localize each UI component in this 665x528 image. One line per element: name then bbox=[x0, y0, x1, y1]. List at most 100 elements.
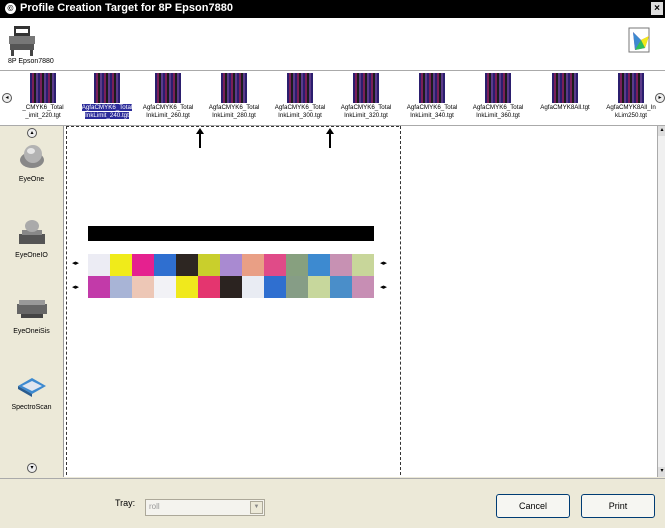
printer-button[interactable] bbox=[6, 24, 56, 60]
target-thumbnail-image bbox=[94, 73, 120, 103]
footer-bar: Tray: roll ▼ Cancel Print bbox=[0, 478, 665, 528]
color-patch bbox=[352, 276, 374, 298]
target-thumbnail[interactable]: AgfaCMYK6_Total InkLimit_280.tgt bbox=[199, 71, 269, 125]
target-thumbnail-strip: ◂ ▸ _CMYK6_Total _imit_220.tgt AgfaCMYK6_T… bbox=[0, 71, 665, 126]
close-icon[interactable]: × bbox=[651, 2, 663, 15]
target-thumbnail-label: AgfaCMYK8All.tgt bbox=[530, 104, 600, 112]
color-patch bbox=[176, 254, 198, 276]
color-patch bbox=[264, 254, 286, 276]
device-label: SpectroScan bbox=[11, 404, 52, 411]
device-eyeone[interactable]: EyeOne bbox=[0, 140, 63, 183]
eyeoneisis-icon bbox=[16, 300, 47, 318]
device-eyeoneisis[interactable]: EyeOneiSis bbox=[0, 294, 63, 335]
target-thumbnail-label-line2: InkLimit_360.tgt bbox=[476, 112, 520, 119]
page-boundary bbox=[66, 126, 401, 475]
printer-label: 8P Epson7880 bbox=[8, 58, 54, 65]
target-thumbnail-label: AgfaCMYK6_Total InkLimit_240.tgt bbox=[72, 104, 142, 120]
color-patch bbox=[352, 254, 374, 276]
target-thumbnail[interactable]: AgfaCMYK6_Total InkLimit_300.tgt bbox=[265, 71, 335, 125]
vertical-scrollbar[interactable]: ▴ ▾ bbox=[657, 126, 665, 477]
color-patch bbox=[88, 254, 110, 276]
window-title: Profile Creation Target for 8P Epson7880 bbox=[20, 2, 233, 14]
title-bar: © Profile Creation Target for 8P Epson78… bbox=[0, 0, 665, 18]
target-thumbnail-image bbox=[618, 73, 644, 103]
device-scroll-down-icon[interactable]: ▾ bbox=[27, 463, 37, 473]
color-patch bbox=[308, 254, 330, 276]
color-patch bbox=[286, 254, 308, 276]
end-arrow-icon bbox=[326, 128, 334, 148]
target-thumbnail[interactable]: AgfaCMYK6_Total InkLimit_340.tgt bbox=[397, 71, 467, 125]
color-patch bbox=[308, 276, 330, 298]
printer-bar: 8P Epson7880 bbox=[0, 18, 665, 71]
target-thumbnail[interactable]: AgfaCMYK6_Total InkLimit_360.tgt bbox=[463, 71, 533, 125]
device-spectroscan[interactable]: SpectroScan bbox=[0, 370, 63, 411]
app-icon: © bbox=[5, 3, 16, 14]
color-patch bbox=[330, 276, 352, 298]
target-thumbnail-label-line1: AgfaCMYK6_Total bbox=[472, 104, 524, 111]
color-patch bbox=[110, 276, 132, 298]
target-thumbnail-label: AgfaCMYK6_Total InkLimit_320.tgt bbox=[331, 104, 401, 120]
color-patch bbox=[154, 254, 176, 276]
target-thumbnail-label: AgfaCMYK6_Total InkLimit_300.tgt bbox=[265, 104, 335, 120]
chevron-down-icon[interactable]: ▼ bbox=[250, 501, 263, 514]
color-patch bbox=[110, 254, 132, 276]
target-thumbnail-label-line2: InkLimit_320.tgt bbox=[344, 112, 388, 119]
profile-icon[interactable] bbox=[627, 26, 653, 58]
row-marker-right-icon: ◂▸ bbox=[380, 259, 388, 267]
target-thumbnail-image bbox=[353, 73, 379, 103]
color-patch bbox=[132, 276, 154, 298]
color-patch bbox=[198, 276, 220, 298]
target-thumbnail-image bbox=[419, 73, 445, 103]
target-thumbnail-label-line1: AgfaCMYK6_Total bbox=[208, 104, 260, 111]
print-button[interactable]: Print bbox=[581, 494, 655, 518]
scroll-up-icon[interactable]: ▴ bbox=[658, 126, 665, 136]
target-thumbnail[interactable]: AgfaCMYK6_Total InkLimit_260.tgt bbox=[133, 71, 203, 125]
target-thumbnail-label-line1: _CMYK6_Total bbox=[22, 104, 64, 111]
target-thumbnail-label: AgfaCMYK8All_In kLim250.tgt bbox=[596, 104, 665, 120]
printer-icon bbox=[9, 26, 35, 56]
target-thumbnail[interactable]: AgfaCMYK8All_In kLim250.tgt bbox=[596, 71, 665, 125]
target-thumbnail-label-line2: InkLimit_260.tgt bbox=[146, 112, 190, 119]
target-thumbnail-label-line2: InkLimit_240.tgt bbox=[85, 112, 129, 119]
color-patch bbox=[242, 276, 264, 298]
device-eyeoneio[interactable]: EyeOneIO bbox=[0, 216, 63, 259]
target-thumbnail[interactable]: AgfaCMYK6_Total InkLimit_240.tgt bbox=[72, 71, 142, 125]
scroll-down-icon[interactable]: ▾ bbox=[658, 467, 665, 477]
color-patch bbox=[330, 254, 352, 276]
device-label: EyeOneiSis bbox=[13, 328, 50, 335]
device-scroll-up-icon[interactable]: ▴ bbox=[27, 128, 37, 138]
target-thumbnail-label: _CMYK6_Total _imit_220.tgt bbox=[8, 104, 78, 120]
target-thumbnail[interactable]: AgfaCMYK8All.tgt bbox=[530, 71, 600, 125]
target-thumbnail-label-line2: InkLimit_300.tgt bbox=[278, 112, 322, 119]
target-thumbnail-label-line1: AgfaCMYK6_Total bbox=[274, 104, 326, 111]
row-marker-left-icon: ◂▸ bbox=[72, 283, 80, 291]
device-label: EyeOneIO bbox=[15, 252, 48, 259]
color-patch bbox=[88, 276, 110, 298]
target-thumbnail-image bbox=[221, 73, 247, 103]
tray-value: roll bbox=[149, 502, 160, 511]
color-patch bbox=[198, 254, 220, 276]
eyeoneio-icon bbox=[18, 220, 45, 244]
target-thumbnail-label: AgfaCMYK6_Total InkLimit_360.tgt bbox=[463, 104, 533, 120]
spectroscan-icon bbox=[17, 378, 46, 397]
eyeone-icon bbox=[19, 145, 44, 168]
target-thumbnail-label: AgfaCMYK6_Total InkLimit_280.tgt bbox=[199, 104, 269, 120]
target-thumbnail-label-line2: _imit_220.tgt bbox=[25, 112, 61, 119]
patch-row-2 bbox=[88, 276, 374, 298]
tray-select[interactable]: roll ▼ bbox=[145, 499, 265, 516]
device-sidebar: ▴ EyeOne EyeOneIO EyeOneiSis SpectroScan… bbox=[0, 126, 64, 477]
target-thumbnail-label-line1: AgfaCMYK6_Total bbox=[406, 104, 458, 111]
target-thumbnail-image bbox=[287, 73, 313, 103]
tray-label: Tray: bbox=[115, 498, 136, 508]
color-patch bbox=[176, 276, 198, 298]
color-patch bbox=[264, 276, 286, 298]
target-thumbnail[interactable]: AgfaCMYK6_Total InkLimit_320.tgt bbox=[331, 71, 401, 125]
device-label: EyeOne bbox=[18, 176, 45, 183]
target-thumbnail-image bbox=[30, 73, 56, 103]
cancel-button[interactable]: Cancel bbox=[496, 494, 570, 518]
target-thumbnail-label-line1: AgfaCMYK8All_In bbox=[606, 104, 656, 111]
target-thumbnail[interactable]: _CMYK6_Total _imit_220.tgt bbox=[8, 71, 78, 125]
leading-black-bar bbox=[88, 226, 374, 241]
row-marker-right-icon: ◂▸ bbox=[380, 283, 388, 291]
color-patch bbox=[242, 254, 264, 276]
